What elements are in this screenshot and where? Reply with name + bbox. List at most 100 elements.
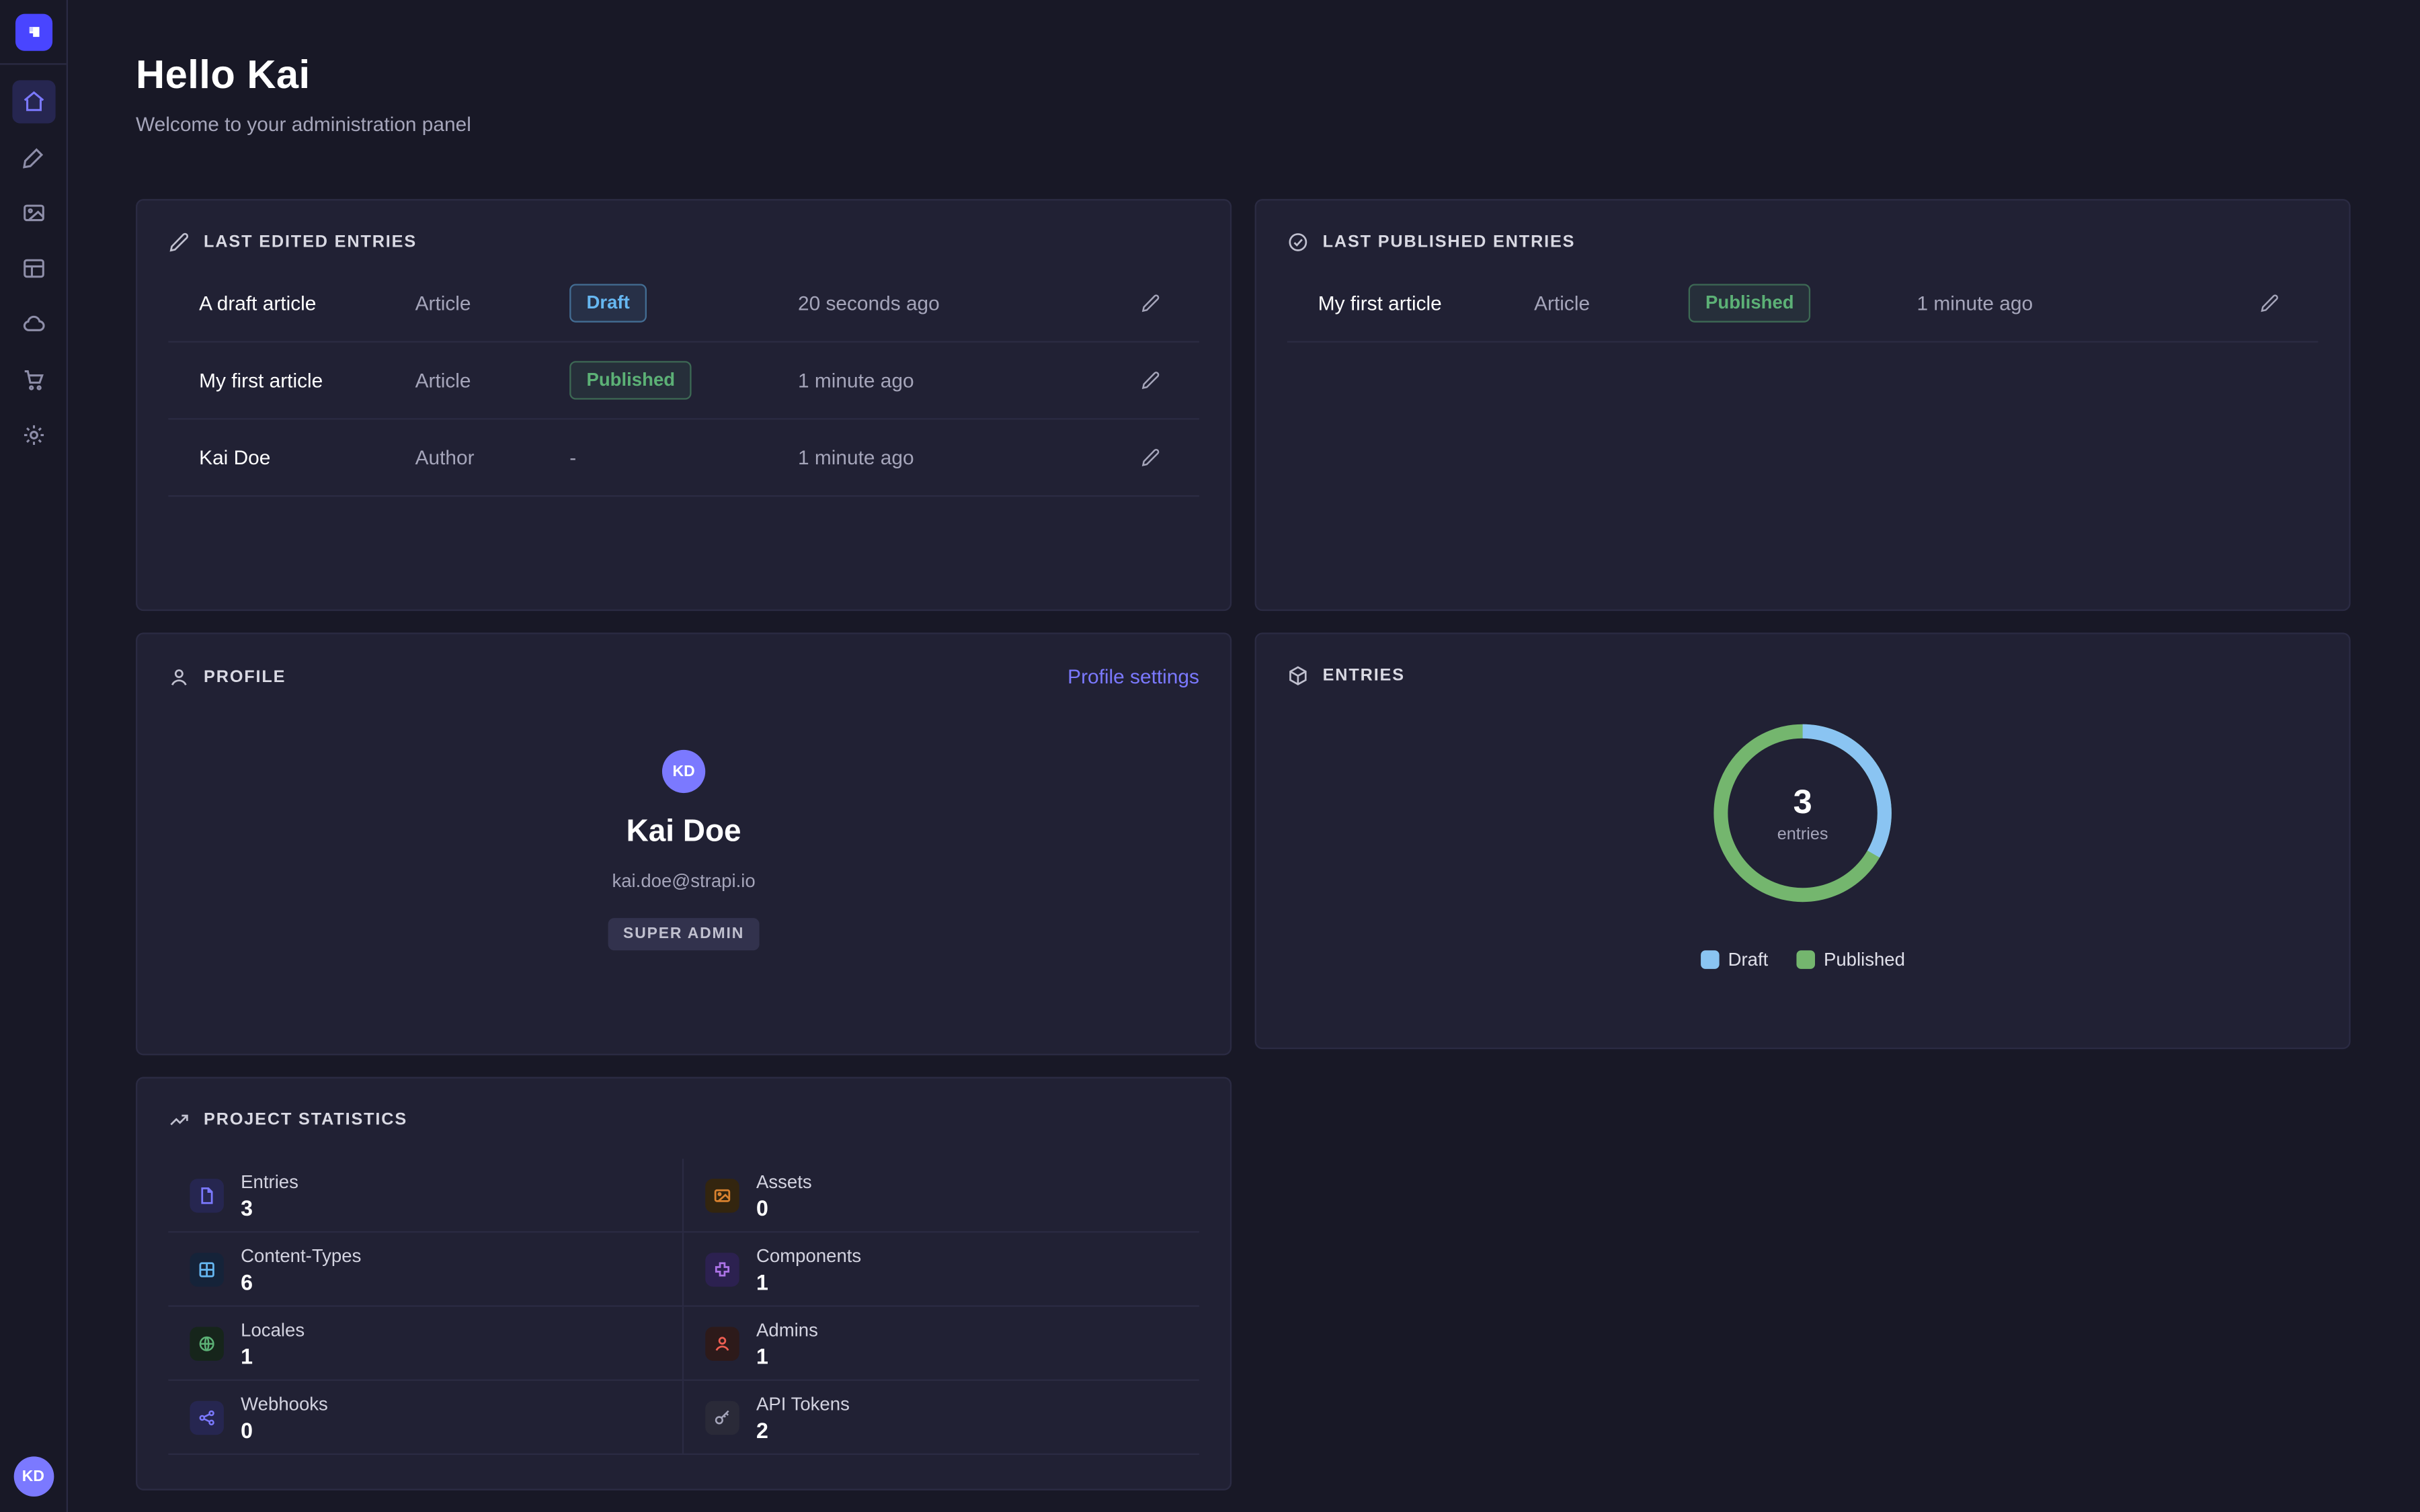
strapi-logo-icon (22, 22, 44, 43)
entry-type: Article (415, 369, 570, 392)
user-avatar[interactable]: KD (13, 1456, 54, 1497)
profile-body: KD Kai Doe kai.doe@strapi.io SUPER ADMIN (168, 688, 1199, 950)
draft-swatch (1700, 950, 1719, 969)
card-header: PROFILE Profile settings (168, 665, 1199, 688)
sidebar-item-marketplace[interactable] (11, 358, 54, 401)
check-circle-icon (1287, 231, 1309, 253)
entries-card: ENTRIES 3 entries (1255, 632, 2351, 1049)
card-title: PROFILE (204, 667, 286, 686)
profile-name: Kai Doe (627, 814, 741, 850)
stat-label: API Tokens (756, 1392, 850, 1414)
cube-icon (1287, 665, 1309, 687)
stat-label: Components (756, 1245, 861, 1266)
entries-count: 3 (1793, 782, 1812, 823)
strapi-logo[interactable] (15, 14, 52, 51)
pencil-icon (168, 231, 190, 253)
entry-time: 1 minute ago (798, 369, 1125, 392)
stat-value: 1 (241, 1343, 305, 1368)
status-badge: - (569, 445, 576, 468)
stat-entries: Entries 3 (168, 1159, 684, 1232)
locales-stat-icon (190, 1326, 224, 1360)
table-row[interactable]: My first article Article Published 1 min… (1287, 265, 2318, 343)
sidebar-item-content-manager[interactable] (11, 136, 54, 179)
donut-center: 3 entries (1704, 714, 1902, 912)
pencil-icon (2259, 293, 2279, 313)
legend-item-published: Published (1796, 949, 1905, 970)
webhooks-stat-icon (190, 1400, 224, 1435)
pencil-icon (1140, 293, 1160, 313)
api-tokens-stat-icon (705, 1400, 739, 1435)
entry-type: Author (415, 446, 570, 469)
table-row[interactable]: Kai Doe Author - 1 minute ago (168, 419, 1199, 497)
image-icon (713, 1185, 732, 1204)
main-sidebar: KD (0, 0, 68, 1512)
stat-label: Content-Types (241, 1245, 361, 1266)
pen-icon (21, 145, 46, 170)
card-title: LAST EDITED ENTRIES (204, 233, 417, 252)
stat-value: 1 (756, 1343, 818, 1368)
sidebar-item-home[interactable] (11, 80, 54, 123)
entries-body: 3 entries Draft Published (1287, 687, 2318, 970)
share-nodes-icon (198, 1408, 216, 1427)
last-published-entries-card: LAST PUBLISHED ENTRIES My first article … (1255, 199, 2351, 611)
edit-entry-button[interactable] (2250, 285, 2287, 322)
last-edited-entries-card: LAST EDITED ENTRIES A draft article Arti… (136, 199, 1232, 611)
stat-label: Locales (241, 1318, 305, 1340)
stat-value: 2 (756, 1417, 850, 1442)
stats-grid: Entries 3 Assets 0 (168, 1159, 1199, 1455)
admin-dashboard: KD Hello Kai Welcome to your administrat… (0, 0, 2420, 1512)
edit-entry-button[interactable] (1131, 439, 1168, 476)
gear-icon (21, 423, 46, 448)
stat-value: 1 (756, 1269, 861, 1294)
person-icon (168, 666, 190, 687)
content-types-stat-icon (190, 1252, 224, 1286)
entry-name: A draft article (199, 292, 415, 314)
status-badge: Published (1689, 284, 1811, 322)
trending-up-icon (168, 1109, 190, 1131)
stat-components: Components 1 (684, 1232, 1199, 1306)
stat-value: 3 (241, 1195, 298, 1220)
stat-assets: Assets 0 (684, 1159, 1199, 1232)
card-title: ENTRIES (1323, 667, 1405, 685)
stat-label: Entries (241, 1170, 298, 1191)
entry-time: 1 minute ago (1917, 292, 2245, 314)
table-row[interactable]: My first article Article Published 1 min… (168, 343, 1199, 420)
entry-type: Article (415, 292, 570, 314)
table-row[interactable]: A draft article Article Draft 20 seconds… (168, 265, 1199, 343)
components-stat-icon (705, 1252, 739, 1286)
chart-legend: Draft Published (1700, 949, 1905, 970)
grid-icon (198, 1260, 216, 1279)
edit-entry-button[interactable] (1131, 285, 1168, 322)
card-title: LAST PUBLISHED ENTRIES (1323, 233, 1576, 252)
status-badge: Draft (569, 284, 647, 322)
puzzle-icon (713, 1260, 732, 1279)
cart-icon (21, 367, 46, 392)
sidebar-item-settings[interactable] (11, 413, 54, 456)
project-statistics-card: PROJECT STATISTICS Entries 3 (136, 1077, 1232, 1490)
layout-icon (21, 256, 46, 281)
card-header: PROJECT STATISTICS (168, 1109, 1199, 1131)
pencil-icon (1140, 370, 1160, 390)
card-header: LAST PUBLISHED ENTRIES (1287, 231, 2318, 253)
profile-avatar: KD (662, 750, 705, 793)
profile-email: kai.doe@strapi.io (612, 870, 755, 892)
stat-value: 0 (241, 1417, 328, 1442)
home-icon (21, 89, 46, 114)
legend-label: Draft (1728, 949, 1769, 970)
stat-label: Admins (756, 1318, 818, 1340)
admins-stat-icon (705, 1326, 739, 1360)
last-published-table: My first article Article Published 1 min… (1287, 265, 2318, 343)
stat-value: 6 (241, 1269, 361, 1294)
sidebar-item-deploy-cloud[interactable] (11, 302, 54, 345)
stat-value: 0 (756, 1195, 812, 1220)
entry-name: Kai Doe (199, 446, 415, 469)
profile-card: PROFILE Profile settings KD Kai Doe kai.… (136, 632, 1232, 1055)
entries-donut-chart: 3 entries (1704, 714, 1902, 912)
edit-entry-button[interactable] (1131, 362, 1168, 398)
profile-settings-link[interactable]: Profile settings (1067, 665, 1199, 688)
sidebar-item-media-library[interactable] (11, 192, 54, 235)
pencil-icon (1140, 448, 1160, 468)
stat-label: Webhooks (241, 1392, 328, 1414)
sidebar-item-content-type-builder[interactable] (11, 247, 54, 290)
stat-api-tokens: API Tokens 2 (684, 1381, 1199, 1455)
